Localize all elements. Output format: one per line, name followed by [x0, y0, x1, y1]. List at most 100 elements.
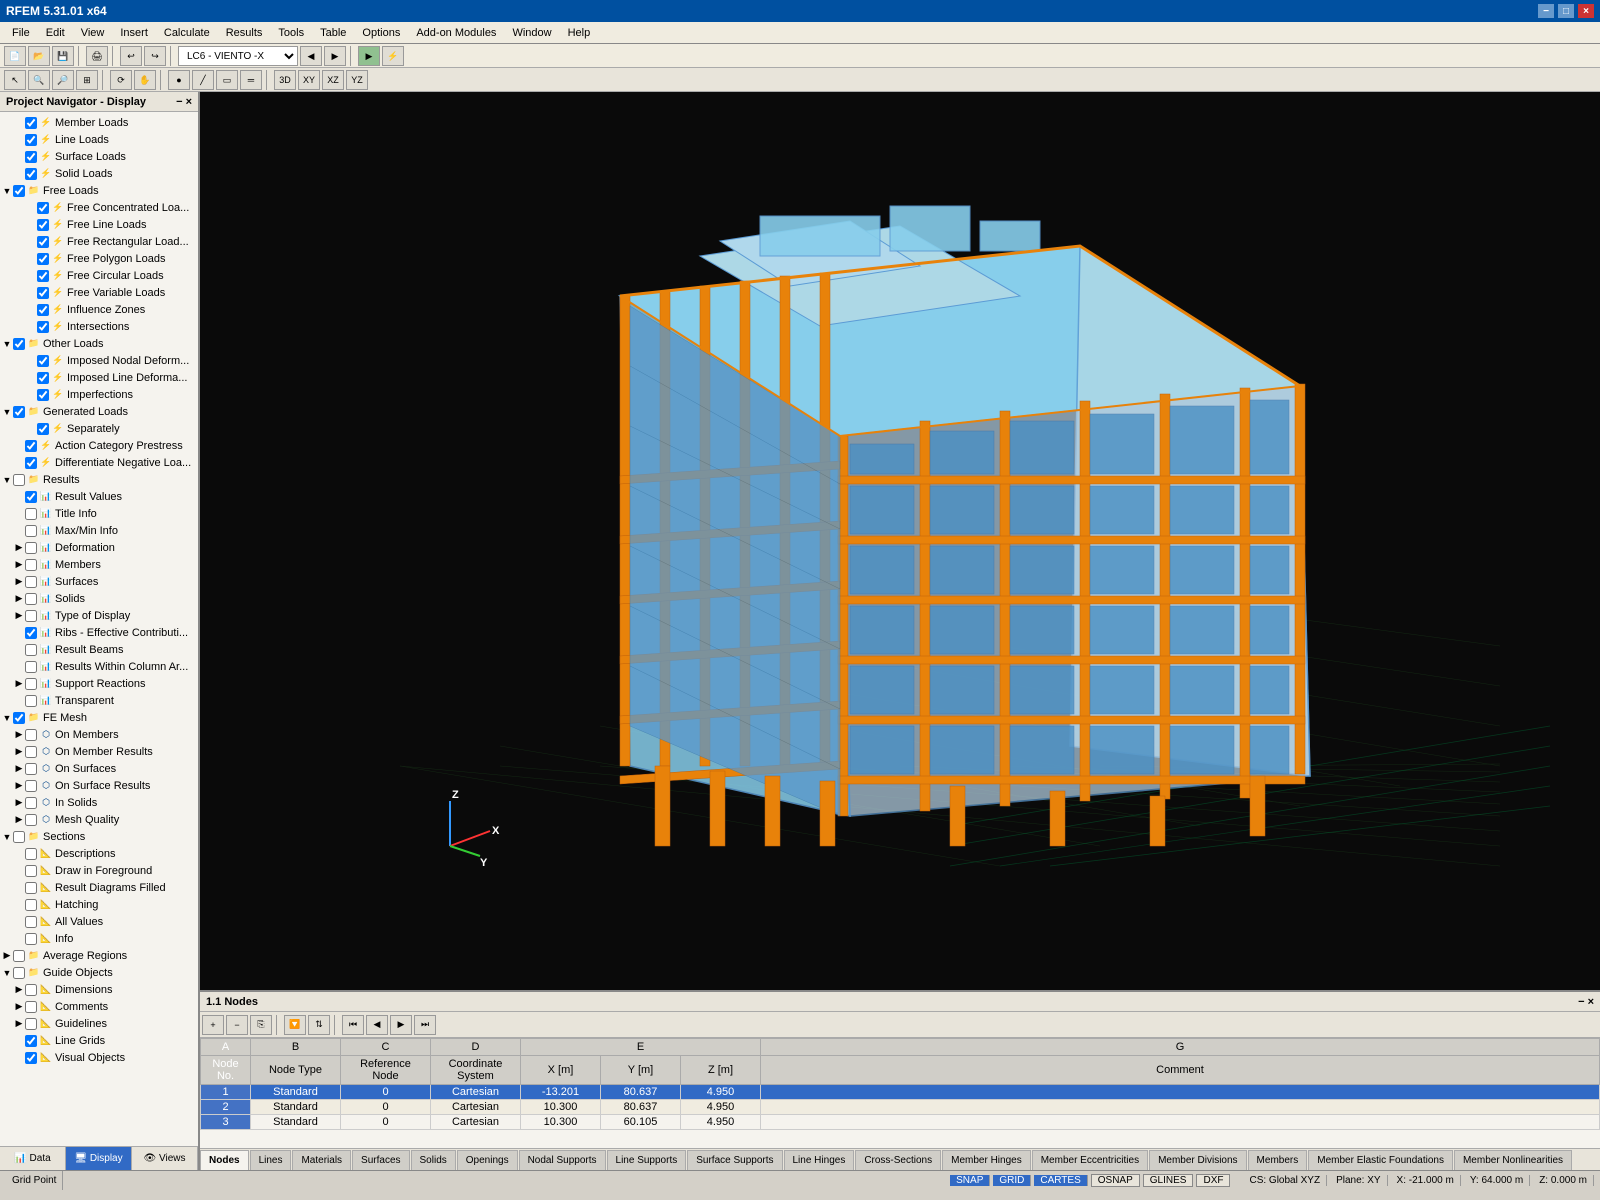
- tree-item-free-concentrated[interactable]: ⚡Free Concentrated Loa...: [0, 199, 198, 216]
- panel-close-button[interactable]: ×: [186, 96, 192, 108]
- tree-checkbox-hatching[interactable]: [25, 899, 37, 911]
- tab-views[interactable]: 👁 Views: [132, 1147, 198, 1170]
- tree-checkbox-line-grids[interactable]: [25, 1035, 37, 1047]
- table-tab-materials[interactable]: Materials: [292, 1150, 351, 1170]
- menu-calculate[interactable]: Calculate: [156, 25, 218, 41]
- tree-checkbox-support-reactions[interactable]: [25, 678, 37, 690]
- node-button[interactable]: ●: [168, 70, 190, 90]
- col-subheader-type[interactable]: Node Type: [251, 1056, 341, 1085]
- menu-tools[interactable]: Tools: [270, 25, 312, 41]
- tree-item-mesh-quality[interactable]: ▶⬡Mesh Quality: [0, 811, 198, 828]
- print-button[interactable]: 🖨: [86, 46, 108, 66]
- prev-lc-button[interactable]: ◀: [300, 46, 322, 66]
- col-subheader-coordsys[interactable]: Coordinate System: [431, 1056, 521, 1085]
- tree-checkbox-line-loads[interactable]: [25, 134, 37, 146]
- tree-checkbox-result-beams[interactable]: [25, 644, 37, 656]
- col-subheader-z[interactable]: Z [m]: [681, 1056, 761, 1085]
- tree-expand-average-regions[interactable]: ▶: [2, 951, 12, 961]
- tree-item-visual-objects[interactable]: 📐Visual Objects: [0, 1049, 198, 1066]
- tree-item-action-category[interactable]: ⚡Action Category Prestress: [0, 437, 198, 454]
- table-tab-members[interactable]: Members: [1248, 1150, 1308, 1170]
- minimize-button[interactable]: −: [1538, 4, 1554, 18]
- tree-expand-type-of-display[interactable]: ▶: [14, 611, 24, 621]
- tree-checkbox-draw-in-foreground[interactable]: [25, 865, 37, 877]
- menu-help[interactable]: Help: [560, 25, 599, 41]
- tree-expand-fe-mesh[interactable]: ▼: [2, 713, 12, 723]
- table-tab-nodes[interactable]: Nodes: [200, 1150, 249, 1170]
- tree-checkbox-surfaces[interactable]: [25, 576, 37, 588]
- status-osnap[interactable]: OSNAP: [1091, 1174, 1140, 1187]
- tree-checkbox-visual-objects[interactable]: [25, 1052, 37, 1064]
- table-row-2[interactable]: 2 Standard 0 Cartesian 10.300 80.637 4.9…: [201, 1100, 1600, 1115]
- view-front-button[interactable]: XZ: [322, 70, 344, 90]
- tree-item-on-surfaces[interactable]: ▶⬡On Surfaces: [0, 760, 198, 777]
- tree-item-fe-mesh[interactable]: ▼📁FE Mesh: [0, 709, 198, 726]
- tree-item-intersections[interactable]: ⚡Intersections: [0, 318, 198, 335]
- tree-item-descriptions[interactable]: 📐Descriptions: [0, 845, 198, 862]
- tree-expand-on-surface-results[interactable]: ▶: [14, 781, 24, 791]
- table-tab-member-divisions[interactable]: Member Divisions: [1149, 1150, 1246, 1170]
- tree-item-maxmin-info[interactable]: 📊Max/Min Info: [0, 522, 198, 539]
- tree-expand-on-members[interactable]: ▶: [14, 730, 24, 740]
- tree-expand-comments[interactable]: ▶: [14, 1002, 24, 1012]
- tree-checkbox-maxmin-info[interactable]: [25, 525, 37, 537]
- tree-item-generated-loads[interactable]: ▼📁Generated Loads: [0, 403, 198, 420]
- tree-checkbox-on-surface-results[interactable]: [25, 780, 37, 792]
- tree-item-support-reactions[interactable]: ▶📊Support Reactions: [0, 675, 198, 692]
- tree-checkbox-info[interactable]: [25, 933, 37, 945]
- table-tab-member-elastic-foundations[interactable]: Member Elastic Foundations: [1308, 1150, 1453, 1170]
- tree-checkbox-all-values[interactable]: [25, 916, 37, 928]
- tree-checkbox-solid-loads[interactable]: [25, 168, 37, 180]
- table-tab-line-hinges[interactable]: Line Hinges: [784, 1150, 855, 1170]
- view-top-button[interactable]: XY: [298, 70, 320, 90]
- tree-item-free-loads[interactable]: ▼📁Free Loads: [0, 182, 198, 199]
- table-filter-button[interactable]: 🔽: [284, 1015, 306, 1035]
- table-sort-button[interactable]: ⇅: [308, 1015, 330, 1035]
- menu-addon[interactable]: Add-on Modules: [408, 25, 504, 41]
- redo-button[interactable]: ↪: [144, 46, 166, 66]
- close-button[interactable]: ×: [1578, 4, 1594, 18]
- tree-checkbox-result-diagrams-filled[interactable]: [25, 882, 37, 894]
- tree-checkbox-free-variable[interactable]: [37, 287, 49, 299]
- pan-button[interactable]: ✋: [134, 70, 156, 90]
- tree-checkbox-free-circular[interactable]: [37, 270, 49, 282]
- tree-item-on-members[interactable]: ▶⬡On Members: [0, 726, 198, 743]
- tree-item-line-grids[interactable]: 📐Line Grids: [0, 1032, 198, 1049]
- tree-checkbox-title-info[interactable]: [25, 508, 37, 520]
- table-row-1[interactable]: 1 Standard 0 Cartesian -13.201 80.637 4.…: [201, 1085, 1600, 1100]
- tree-item-results-within-column[interactable]: 📊Results Within Column Ar...: [0, 658, 198, 675]
- tree-expand-other-loads[interactable]: ▼: [2, 339, 12, 349]
- tree-checkbox-ribs-effective[interactable]: [25, 627, 37, 639]
- tree-expand-mesh-quality[interactable]: ▶: [14, 815, 24, 825]
- tree-item-imposed-nodal[interactable]: ⚡Imposed Nodal Deform...: [0, 352, 198, 369]
- table-add-button[interactable]: +: [202, 1015, 224, 1035]
- load-case-dropdown[interactable]: LC6 - VIENTO -X: [178, 46, 298, 66]
- zoom-all-button[interactable]: ⊞: [76, 70, 98, 90]
- tree-item-other-loads[interactable]: ▼📁Other Loads: [0, 335, 198, 352]
- tree-item-draw-in-foreground[interactable]: 📐Draw in Foreground: [0, 862, 198, 879]
- table-tab-line-supports[interactable]: Line Supports: [607, 1150, 687, 1170]
- tree-item-result-diagrams-filled[interactable]: 📐Result Diagrams Filled: [0, 879, 198, 896]
- tree-checkbox-separately[interactable]: [37, 423, 49, 435]
- rotate-button[interactable]: ⟳: [110, 70, 132, 90]
- tree-item-free-circular[interactable]: ⚡Free Circular Loads: [0, 267, 198, 284]
- tree-checkbox-results[interactable]: [13, 474, 25, 486]
- tree-expand-on-member-results[interactable]: ▶: [14, 747, 24, 757]
- tree-checkbox-results-within-column[interactable]: [25, 661, 37, 673]
- tree-expand-generated-loads[interactable]: ▼: [2, 407, 12, 417]
- undo-button[interactable]: ↩: [120, 46, 142, 66]
- tree-checkbox-free-concentrated[interactable]: [37, 202, 49, 214]
- tree-checkbox-differentiate-negative[interactable]: [25, 457, 37, 469]
- col-subheader-y[interactable]: Y [m]: [601, 1056, 681, 1085]
- maximize-button[interactable]: □: [1558, 4, 1574, 18]
- tree-checkbox-solids[interactable]: [25, 593, 37, 605]
- status-glines[interactable]: GLINES: [1143, 1174, 1194, 1187]
- tree-checkbox-imposed-nodal[interactable]: [37, 355, 49, 367]
- panel-pin-button[interactable]: −: [176, 96, 182, 108]
- tree-item-hatching[interactable]: 📐Hatching: [0, 896, 198, 913]
- menu-results[interactable]: Results: [218, 25, 271, 41]
- table-next-button[interactable]: ▶: [390, 1015, 412, 1035]
- tree-checkbox-free-line-loads[interactable]: [37, 219, 49, 231]
- run-button[interactable]: ▶: [358, 46, 380, 66]
- tree-item-on-member-results[interactable]: ▶⬡On Member Results: [0, 743, 198, 760]
